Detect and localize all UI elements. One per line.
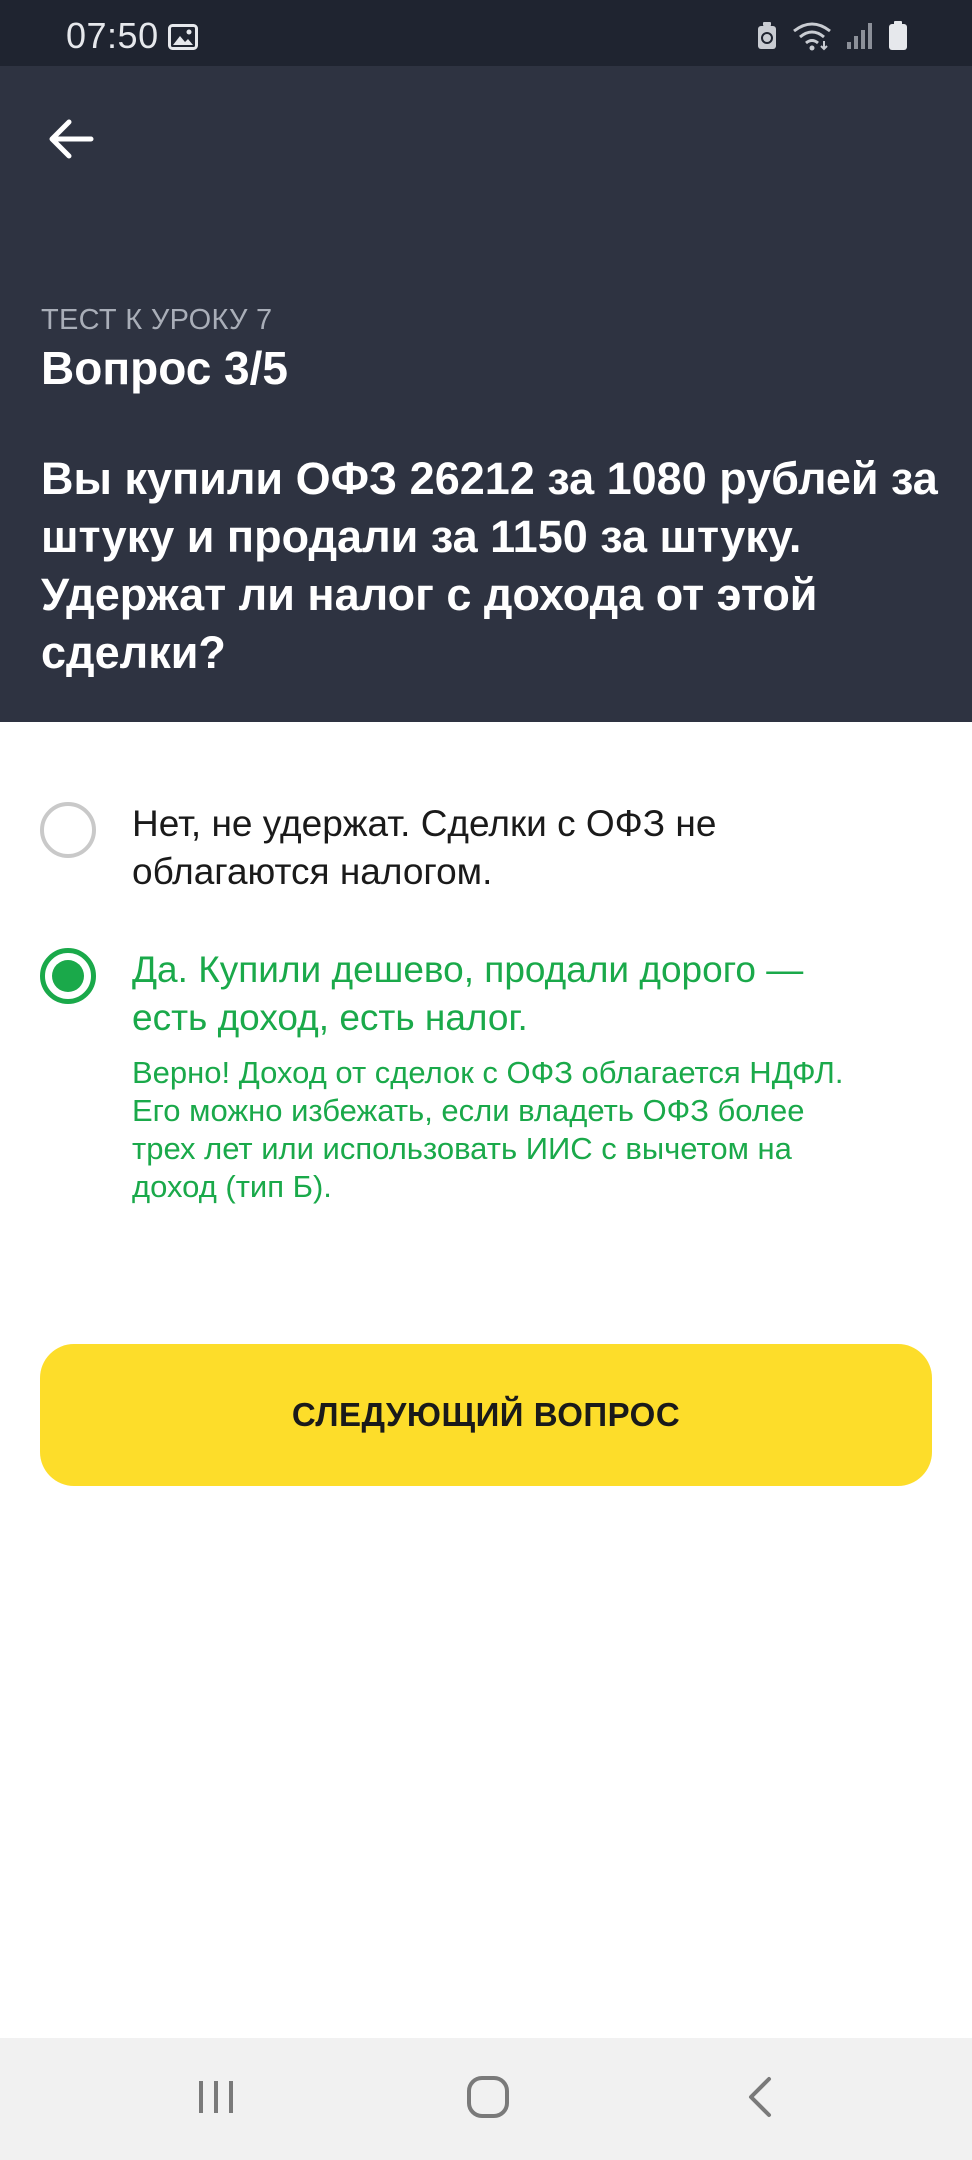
status-icons: [756, 20, 908, 52]
arrow-left-icon: [47, 117, 95, 166]
recent-apps-button[interactable]: [146, 2038, 286, 2160]
back-button[interactable]: [36, 106, 106, 176]
recent-apps-icon: [196, 2077, 236, 2122]
signal-icon: [846, 22, 874, 50]
home-button[interactable]: [418, 2038, 558, 2160]
answer-option-label: Нет, не удержат. Сделки с ОФЗ не облагаю…: [132, 803, 717, 892]
radio-selected[interactable]: [40, 948, 96, 1004]
battery-saver-icon: [756, 21, 778, 51]
answer-option-label: Да. Купили дешево, продали дорого — есть…: [132, 949, 804, 1038]
status-time: 07:50: [66, 15, 159, 56]
system-nav-bar: [0, 2038, 972, 2160]
battery-icon: [888, 21, 908, 51]
screen: 07:50 ТЕСТ К УРОКУ 7 Вопрос 3/5 Вы купил…: [0, 0, 972, 2160]
system-back-button[interactable]: [690, 2038, 830, 2160]
back-icon: [745, 2075, 775, 2124]
radio-dot: [52, 960, 84, 992]
status-bar: 07:50: [0, 0, 972, 66]
test-label: ТЕСТ К УРОКУ 7: [41, 304, 273, 336]
image-icon: [168, 24, 198, 50]
home-icon: [466, 2075, 510, 2124]
question-text: Вы купили ОФЗ 26212 за 1080 рублей за шт…: [41, 453, 938, 678]
question-counter: Вопрос 3/5: [41, 342, 289, 394]
question-header: ТЕСТ К УРОКУ 7 Вопрос 3/5 Вы купили ОФЗ …: [0, 66, 972, 722]
wifi-icon: [792, 21, 832, 51]
next-question-button[interactable]: СЛЕДУЮЩИЙ ВОПРОС: [40, 1344, 932, 1486]
radio-unselected[interactable]: [40, 802, 96, 858]
answer-feedback: Верно! Доход от сделок с ОФЗ облагается …: [132, 1055, 844, 1204]
